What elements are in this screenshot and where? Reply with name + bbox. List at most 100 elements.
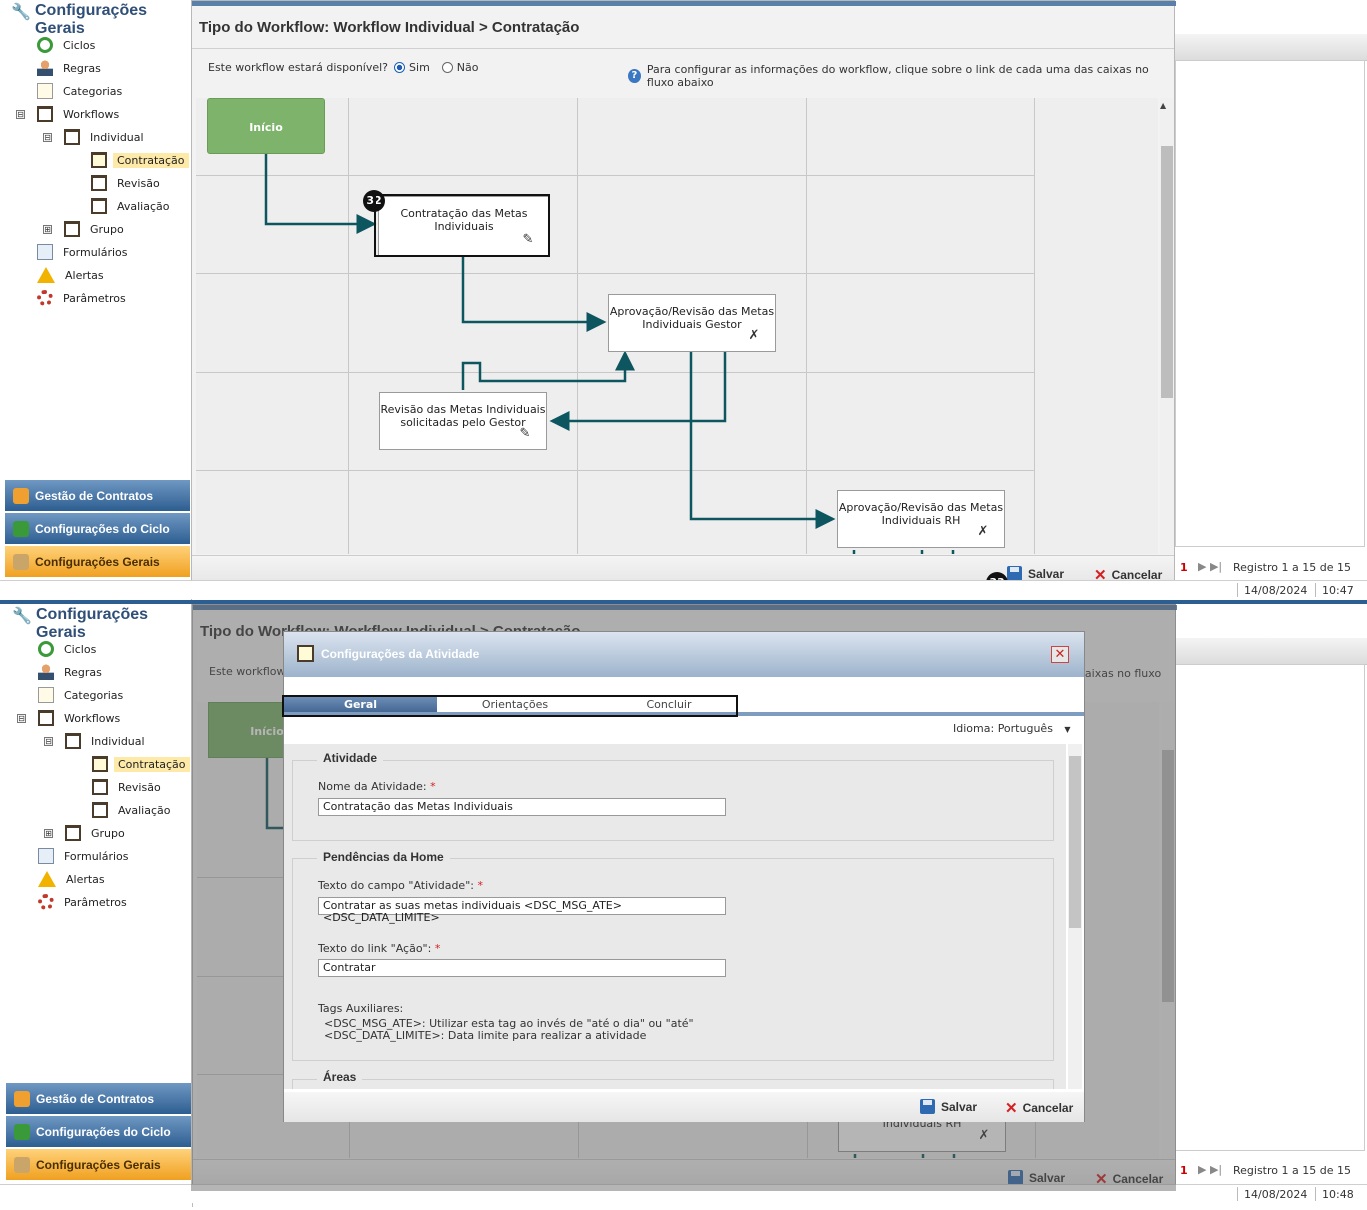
save-button[interactable]: Salvar xyxy=(1007,566,1064,581)
workflow-node-aprovacao-gestor[interactable]: Aprovação/Revisão das Metas Individuais … xyxy=(608,294,776,352)
dialog-scrollbar[interactable] xyxy=(1068,744,1082,1089)
sidebar-item-label: Categorias xyxy=(63,84,123,98)
sidebar-item-ciclos[interactable]: Ciclos xyxy=(37,37,95,53)
collapse-individual-toggle[interactable]: ⊟ xyxy=(43,133,52,142)
tag-dsc-data-limite: <DSC_DATA_LIMITE>: Data limite para real… xyxy=(324,1029,647,1042)
language-selector[interactable]: Idioma: Português ▼ xyxy=(953,722,1071,735)
sidebar-item-regras[interactable]: Regras xyxy=(37,60,101,76)
pencil-icon[interactable]: ✎ xyxy=(518,427,532,441)
warning-icon xyxy=(37,267,55,283)
nav-configuracoes-ciclo[interactable]: Configurações do Ciclo xyxy=(6,1116,191,1147)
sidebar-item-regras[interactable]: Regras xyxy=(38,664,102,680)
radio-nao[interactable] xyxy=(441,62,453,73)
save-label: Salvar xyxy=(1028,566,1065,581)
pager-text: Registro 1 a 15 de 15 xyxy=(1233,1164,1351,1177)
sidebar-item-parametros[interactable]: Parâmetros xyxy=(37,290,126,306)
sidebar-item-workflows[interactable]: Workflows xyxy=(38,710,120,726)
gear-icon xyxy=(37,290,53,306)
right-pane-body xyxy=(1175,664,1365,1151)
nav-configuracoes-gerais[interactable]: Configurações Gerais xyxy=(5,546,190,577)
pager-current-page[interactable]: 1 xyxy=(1180,1164,1188,1177)
close-button[interactable]: ✕ xyxy=(1051,646,1069,663)
required-mark: * xyxy=(434,942,441,955)
nome-atividade-input[interactable]: Contratação das Metas Individuais xyxy=(318,798,726,816)
status-separator xyxy=(1237,1187,1238,1201)
pager-next-icon[interactable]: ▶ ▶| xyxy=(1198,560,1222,573)
texto-link-input[interactable]: Contratar xyxy=(318,959,726,977)
pager-current-page[interactable]: 1 xyxy=(1180,561,1188,574)
dialog-save-button[interactable]: Salvar xyxy=(920,1099,977,1114)
wrench-icon xyxy=(14,1156,30,1173)
floppy-icon xyxy=(1007,566,1022,581)
section-atividade-title: Atividade xyxy=(317,751,384,765)
texto-atividade-input[interactable]: Contratar as suas metas individuais <DSC… xyxy=(318,897,726,924)
right-pane-header xyxy=(1175,638,1367,665)
sidebar-item-formularios[interactable]: Formulários xyxy=(38,848,129,864)
sidebar-item-formularios[interactable]: Formulários xyxy=(37,244,128,260)
sidebar-item-contratacao[interactable]: Contratação xyxy=(92,756,190,772)
label-text: Nome da Atividade: xyxy=(318,780,427,793)
nav-label: Configurações do Ciclo xyxy=(35,521,170,536)
fieldset-areas xyxy=(292,1079,1054,1089)
sidebar-item-label: Workflows xyxy=(63,107,120,121)
tabs-highlight-box xyxy=(282,695,738,717)
collapse-workflows-toggle[interactable]: ⊟ xyxy=(17,714,26,723)
sidebar-item-label: Ciclos xyxy=(64,642,97,656)
dialog-cancel-button[interactable]: ✕ Cancelar xyxy=(1005,1099,1073,1117)
notebook-icon xyxy=(91,175,107,191)
sidebar-item-revisao[interactable]: Revisão xyxy=(92,779,161,795)
edit-disabled-icon[interactable]: ✗ xyxy=(747,329,761,343)
sidebar-item-ciclos[interactable]: Ciclos xyxy=(38,641,96,657)
scroll-up-icon[interactable]: ▲ xyxy=(1160,101,1166,110)
top-screen: 🔧 Configurações Gerais Ciclos Regras Cat… xyxy=(0,0,1367,603)
sidebar-item-grupo[interactable]: Grupo xyxy=(65,825,125,841)
sidebar-item-individual[interactable]: Individual xyxy=(65,733,145,749)
sidebar-item-categorias[interactable]: Categorias xyxy=(37,83,122,99)
sidebar-item-avaliacao[interactable]: Avaliação xyxy=(92,802,171,818)
form-icon xyxy=(38,848,54,864)
sidebar-item-contratacao[interactable]: Contratação xyxy=(91,152,189,168)
expand-grupo-toggle[interactable]: ⊞ xyxy=(44,829,53,838)
sidebar-item-alertas[interactable]: Alertas xyxy=(37,267,104,283)
sidebar-item-individual[interactable]: Individual xyxy=(64,129,144,145)
scrollbar-thumb[interactable] xyxy=(1161,146,1173,398)
collapse-workflows-toggle[interactable]: ⊟ xyxy=(16,110,25,119)
nav-gestao-contratos[interactable]: Gestão de Contratos xyxy=(6,1083,191,1114)
nav-configuracoes-gerais[interactable]: Configurações Gerais xyxy=(6,1149,191,1180)
pager-text: Registro 1 a 15 de 15 xyxy=(1233,561,1351,574)
sidebar-item-workflows[interactable]: Workflows xyxy=(37,106,119,122)
radio-sim-label: Sim xyxy=(409,61,430,74)
cancel-label: Cancelar xyxy=(1022,1101,1074,1115)
sidebar-item-categorias[interactable]: Categorias xyxy=(38,687,123,703)
edit-disabled-icon[interactable]: ✗ xyxy=(976,525,990,539)
floppy-icon xyxy=(920,1099,935,1114)
workflow-node-revisao-gestor[interactable]: Revisão das Metas Individuais solicitada… xyxy=(379,392,547,450)
nav-label: Configurações do Ciclo xyxy=(36,1124,171,1139)
sidebar-item-label: Contratação xyxy=(113,152,189,168)
expand-grupo-toggle[interactable]: ⊞ xyxy=(43,225,52,234)
notebook-icon xyxy=(65,825,81,841)
radio-sim[interactable] xyxy=(394,62,406,73)
status-bar: 14/08/2024 10:47 xyxy=(0,580,1367,599)
sidebar-item-alertas[interactable]: Alertas xyxy=(38,871,105,887)
notebook-icon xyxy=(38,710,54,726)
sidebar-item-grupo[interactable]: Grupo xyxy=(64,221,124,237)
texto-atividade-label: Texto do campo "Atividade": * xyxy=(318,879,483,892)
nome-atividade-label: Nome da Atividade: * xyxy=(318,780,436,793)
availability-row: Este workflow estará disponível? Sim Não xyxy=(208,61,479,74)
pager-next-icon[interactable]: ▶ ▶| xyxy=(1198,1163,1222,1176)
help-icon: ? xyxy=(628,69,641,83)
sidebar-item-label: Avaliação xyxy=(118,803,171,817)
dialog-footer: Salvar ✕ Cancelar xyxy=(284,1092,1084,1122)
workflow-node-start[interactable]: Início xyxy=(207,98,325,154)
sidebar-item-revisao[interactable]: Revisão xyxy=(91,175,160,191)
nav-configuracoes-ciclo[interactable]: Configurações do Ciclo xyxy=(5,513,190,544)
nav-label: Configurações Gerais xyxy=(35,554,160,569)
sidebar-item-avaliacao[interactable]: Avaliação xyxy=(91,198,170,214)
scrollbar-thumb[interactable] xyxy=(1069,756,1081,928)
wrench-icon xyxy=(13,553,29,570)
nav-gestao-contratos[interactable]: Gestão de Contratos xyxy=(5,480,190,511)
collapse-individual-toggle[interactable]: ⊟ xyxy=(44,737,53,746)
sidebar-item-parametros[interactable]: Parâmetros xyxy=(38,894,127,910)
workflow-node-aprovacao-rh[interactable]: Aprovação/Revisão das Metas Individuais … xyxy=(837,490,1005,548)
